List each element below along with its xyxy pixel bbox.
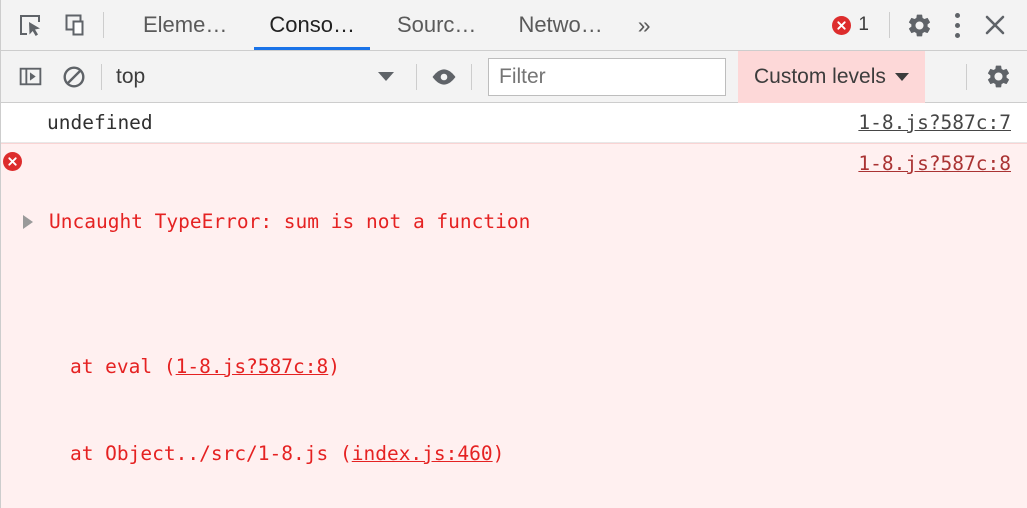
console-error-body: Uncaught TypeError: sum is not a functio… — [23, 149, 844, 508]
console-settings-gear-icon[interactable] — [979, 58, 1017, 96]
console-message-result[interactable]: undefined 1-8.js?587c:7 — [1, 103, 1027, 143]
execution-context-value: top — [116, 64, 146, 88]
tab-console-label: Conso… — [269, 12, 355, 37]
stack-frame-prefix: at Object../src/1-8.js ( — [23, 442, 352, 465]
console-error-header: Uncaught TypeError: sum is not a functio… — [23, 207, 844, 236]
devtools-panel: Eleme… Conso… Sourc… Netwo… » 1 top Filt… — [0, 0, 1027, 508]
devtools-tabbar: Eleme… Conso… Sourc… Netwo… » 1 — [1, 0, 1027, 51]
message-gutter — [1, 149, 23, 171]
stack-frame-link[interactable]: index.js:460 — [352, 442, 493, 465]
tab-network[interactable]: Netwo… — [497, 0, 623, 50]
expand-triangle-icon[interactable] — [23, 215, 43, 229]
tab-network-label: Netwo… — [518, 12, 603, 37]
chevron-down-icon — [378, 72, 394, 81]
live-expression-eye-icon[interactable] — [429, 62, 459, 92]
console-error-title: Uncaught TypeError: sum is not a functio… — [49, 210, 531, 233]
tab-sources-label: Sourc… — [396, 12, 477, 37]
log-levels-dropdown[interactable]: Custom levels — [738, 50, 925, 103]
tabbar-divider — [103, 12, 104, 38]
console-sidebar-icon[interactable] — [15, 62, 45, 92]
toolbar-divider-1 — [101, 63, 102, 90]
devtools-tabs: Eleme… Conso… Sourc… Netwo… » — [122, 0, 665, 50]
console-source-link[interactable]: 1-8.js?587c:7 — [844, 108, 1027, 137]
stack-frame-link[interactable]: 1-8.js?587c:8 — [176, 355, 329, 378]
tabbar-right-icons: 1 — [828, 0, 1027, 50]
stack-frame-suffix: ) — [492, 442, 505, 465]
tab-elements[interactable]: Eleme… — [122, 0, 248, 50]
kebab-dots — [954, 12, 960, 38]
inspect-cursor-icon[interactable] — [15, 10, 45, 40]
close-icon[interactable] — [976, 6, 1014, 44]
console-error-stack: at eval (1-8.js?587c:8) at Object../src/… — [23, 294, 844, 508]
error-circle-x-icon — [2, 152, 22, 171]
log-levels-label: Custom levels — [754, 64, 886, 88]
toolbar-divider-3 — [471, 63, 472, 90]
execution-context-select[interactable]: top — [114, 60, 404, 94]
tab-sources[interactable]: Sourc… — [376, 0, 497, 50]
console-message-error[interactable]: Uncaught TypeError: sum is not a functio… — [1, 143, 1027, 508]
console-result-text: undefined — [47, 111, 153, 134]
tabbar-right-divider — [889, 12, 890, 38]
kebab-menu-icon[interactable] — [938, 6, 976, 44]
stack-frame: at eval (1-8.js?587c:8) — [23, 352, 844, 381]
gear-icon[interactable] — [900, 6, 938, 44]
console-message-list[interactable]: undefined 1-8.js?587c:7 Uncaught TypeErr… — [1, 103, 1027, 508]
error-circle-x-icon — [832, 15, 852, 35]
console-toolbar: top Custom levels — [1, 50, 1027, 103]
error-count-badge[interactable]: 1 — [828, 14, 879, 36]
message-gutter — [1, 108, 23, 111]
error-count-value: 1 — [858, 14, 869, 35]
filter-input-wrapper[interactable] — [488, 57, 726, 96]
tab-elements-label: Eleme… — [143, 12, 228, 37]
toolbar-divider-2 — [416, 63, 417, 90]
console-source-link[interactable]: 1-8.js?587c:8 — [844, 149, 1027, 178]
tabbar-spacer — [665, 0, 829, 50]
stack-frame: at Object../src/1-8.js (index.js:460) — [23, 439, 844, 468]
stack-frame-prefix: at eval ( — [23, 355, 176, 378]
tab-console[interactable]: Conso… — [248, 0, 376, 50]
toolbar-divider-4 — [966, 63, 967, 90]
clear-console-icon[interactable] — [59, 62, 89, 92]
filter-input[interactable] — [499, 64, 715, 89]
more-tabs-button[interactable]: » — [624, 0, 665, 50]
device-toolbar-icon[interactable] — [61, 10, 91, 40]
stack-frame-suffix: ) — [328, 355, 340, 378]
chevron-down-icon — [894, 72, 909, 81]
tabbar-left-icons — [1, 0, 91, 50]
